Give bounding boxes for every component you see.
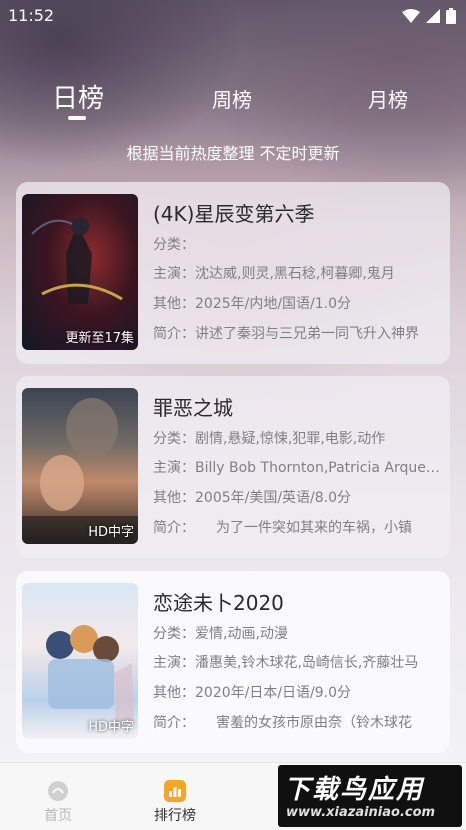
ranking-card[interactable]: 更新至17集 (4K)星辰变第六季 分类： 主演：沈达威,则灵,黑石稔,柯暮卿,…: [16, 182, 450, 364]
watermark-logo: 下载鸟应用 www.xiazainiao.com: [278, 765, 462, 827]
watermark-title: 下载鸟应用: [284, 775, 425, 805]
poster-image: HD中字: [22, 583, 138, 739]
item-genre: 分类：: [153, 237, 195, 253]
battery-icon: [446, 8, 456, 24]
tab-active-indicator: [68, 116, 86, 120]
nav-ranking-label: 排行榜: [154, 808, 196, 824]
poster-image: HD中字: [22, 388, 138, 544]
status-time: 11:52: [8, 6, 55, 25]
item-cast: 主演：沈达威,则灵,黑石稔,柯暮卿,鬼月: [153, 266, 395, 282]
tab-monthly[interactable]: 月榜: [368, 84, 408, 113]
item-other: 其他：2020年/日本/日语/9.0分: [153, 685, 352, 701]
ranking-tabs: 日榜 周榜 月榜: [0, 78, 466, 128]
episode-badge: 更新至17集: [65, 331, 134, 346]
item-title: 恋途未卜2020: [153, 591, 284, 615]
item-genre: 分类：爱情,动画,动漫: [153, 626, 288, 642]
watermark-url: www.xiazainiao.com: [286, 805, 436, 820]
home-icon: [48, 781, 68, 801]
ranking-icon: [164, 780, 186, 802]
quality-badge: HD中字: [88, 720, 134, 735]
tab-weekly[interactable]: 周榜: [212, 84, 252, 113]
item-cast: 主演：Billy Bob Thornton,Patricia Arquette: [153, 460, 443, 476]
nav-home[interactable]: 首页: [18, 763, 98, 830]
item-cast: 主演：潘惠美,铃木球花,岛崎信长,齐藤壮马: [153, 655, 419, 671]
item-other: 其他：2025年/内地/国语/1.0分: [153, 296, 352, 312]
item-intro: 简介： 害羞的女孩市原由奈（铃木球花: [153, 715, 412, 731]
status-icons: [402, 8, 456, 24]
ranking-card[interactable]: HD中字 恋途未卜2020 分类：爱情,动画,动漫 主演：潘惠美,铃木球花,岛崎…: [16, 571, 450, 753]
item-intro: 简介： 为了一件突如其来的车祸，小镇: [153, 520, 412, 536]
nav-home-label: 首页: [44, 808, 72, 824]
signal-icon: [426, 9, 440, 23]
quality-badge: HD中字: [88, 525, 134, 540]
item-other: 其他：2005年/美国/英语/8.0分: [153, 490, 352, 506]
item-title: 罪恶之城: [153, 396, 233, 420]
ranking-card[interactable]: HD中字 罪恶之城 分类：剧情,悬疑,惊悚,犯罪,电影,动作 主演：Billy …: [16, 376, 450, 558]
wifi-icon: [402, 9, 420, 23]
nav-ranking[interactable]: 排行榜: [135, 763, 215, 830]
item-intro: 简介：讲述了秦羽与三兄弟一同飞升入神界: [153, 326, 419, 342]
item-genre: 分类：剧情,悬疑,惊悚,犯罪,电影,动作: [153, 431, 386, 447]
ranking-subtitle: 根据当前热度整理 不定时更新: [126, 144, 340, 163]
status-bar: 11:52: [0, 0, 466, 32]
item-title: (4K)星辰变第六季: [153, 202, 315, 226]
poster-image: 更新至17集: [22, 194, 138, 350]
tab-daily[interactable]: 日榜: [52, 78, 104, 115]
